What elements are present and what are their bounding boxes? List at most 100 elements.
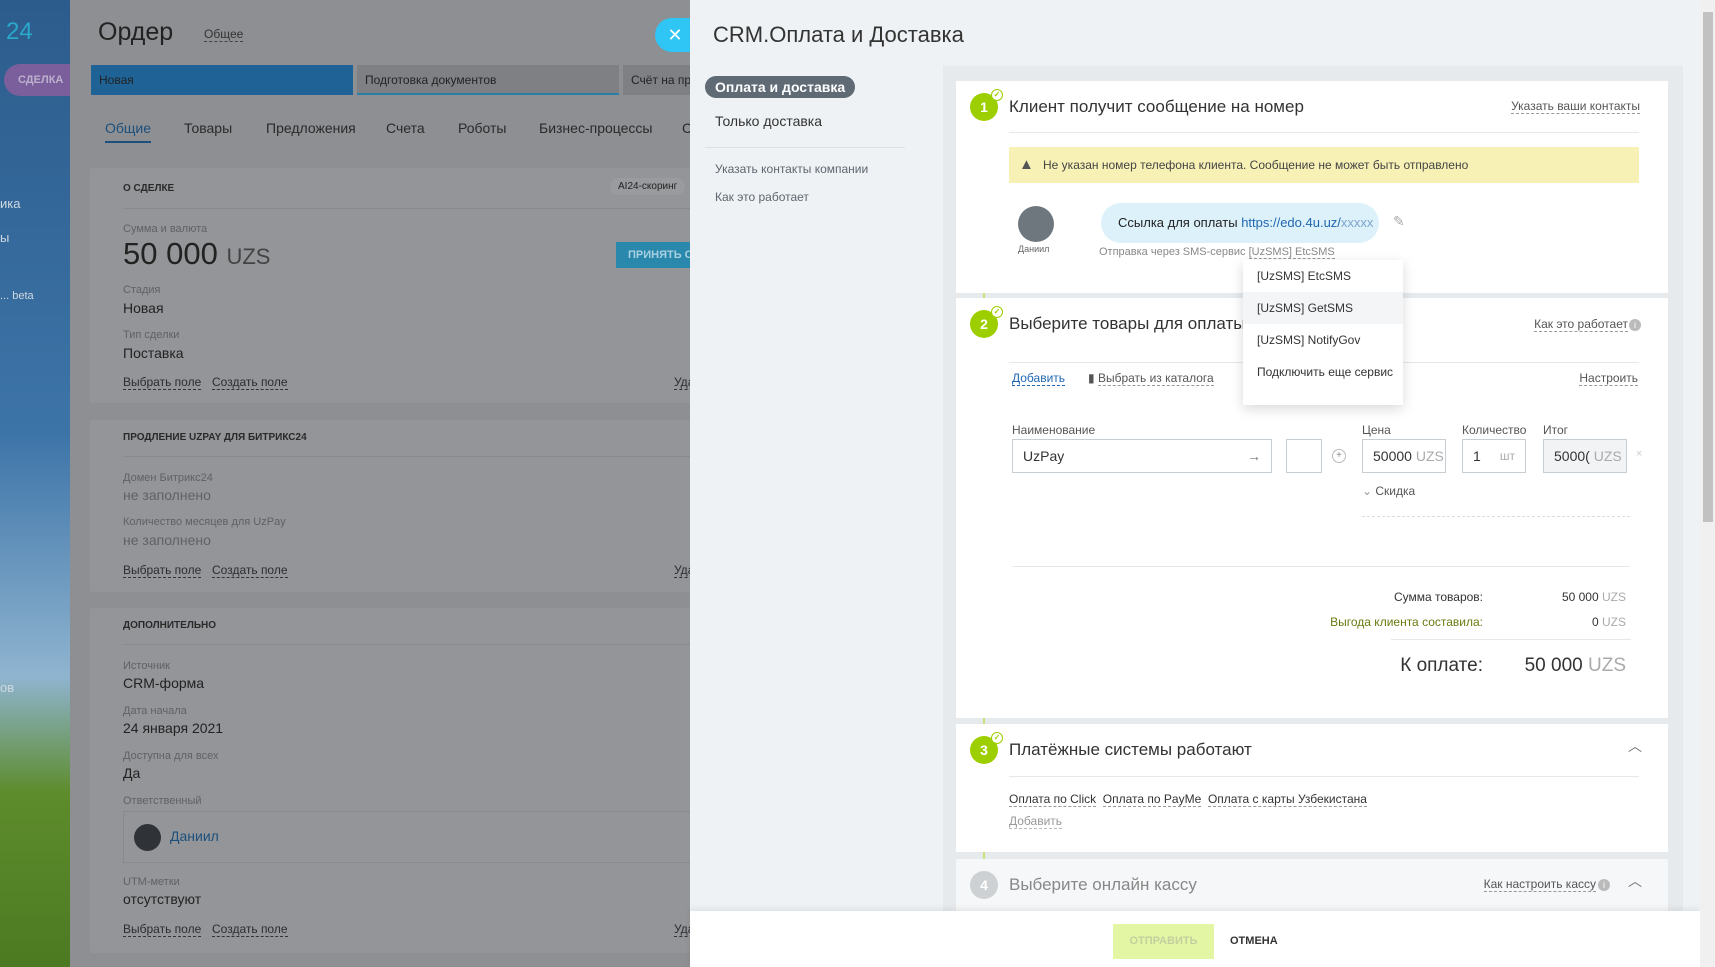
price-input[interactable]: 50000 UZS bbox=[1362, 439, 1446, 473]
stage-invoice[interactable]: Счёт на пре bbox=[623, 65, 690, 95]
deal-badge[interactable]: СДЕЛКА bbox=[4, 64, 70, 96]
close-icon: ✕ bbox=[667, 25, 683, 45]
step-3-badge: 3 ✓ bbox=[970, 732, 1003, 764]
accept-button[interactable]: ПРИНЯТЬ С bbox=[616, 242, 690, 268]
configure-link[interactable]: Настроить bbox=[1579, 371, 1638, 386]
section-uzpay: ПРОДЛЕНИЕ UZPAY ДЛЯ БИТРИКС24 Домен Битр… bbox=[90, 420, 690, 592]
domain-value: не заполнено bbox=[123, 487, 211, 503]
select-field-link[interactable]: Выбрать поле bbox=[123, 375, 202, 390]
benefit-label: Выгода клиента составила: bbox=[1330, 615, 1483, 629]
sum-label: Сумма и валюта bbox=[123, 223, 208, 235]
add-payment-system-link[interactable]: Добавить bbox=[1009, 814, 1063, 829]
step-title: Клиент получит сообщение на номер bbox=[1009, 97, 1304, 116]
sidebar-item[interactable]: ы bbox=[0, 230, 9, 245]
warning-icon: ▲ bbox=[1019, 156, 1034, 173]
add-product-link[interactable]: Добавить bbox=[1012, 371, 1066, 386]
menu-delivery-only[interactable]: Только доставка bbox=[715, 113, 822, 129]
arrow-right-icon: → bbox=[1247, 448, 1261, 464]
sidebar-item[interactable]: ... beta bbox=[0, 290, 34, 302]
scrollbar[interactable] bbox=[1700, 0, 1715, 967]
col-price: Цена bbox=[1362, 423, 1391, 437]
close-slider-button[interactable]: ✕ bbox=[655, 18, 695, 52]
how-it-works-link[interactable]: Как это работает bbox=[1534, 317, 1628, 332]
menu-payment-delivery[interactable]: Оплата и доставка bbox=[705, 76, 856, 98]
connect-service-option[interactable]: Подключить еще сервис bbox=[1243, 356, 1403, 388]
qty-input[interactable]: 1 шт bbox=[1462, 439, 1526, 473]
step-1-badge: 1 ✓ bbox=[970, 89, 1003, 121]
dropdown-option[interactable]: [UzSMS] EtcSMS bbox=[1243, 260, 1403, 292]
delete-section-link[interactable]: Удалит bbox=[674, 563, 690, 578]
benefit-value: 0 UZS bbox=[1591, 615, 1626, 629]
create-field-link[interactable]: Создать поле bbox=[212, 375, 288, 390]
menu-how-it-works[interactable]: Как это работает bbox=[715, 190, 809, 204]
sms-service-select[interactable]: [UzSMS] EtcSMS bbox=[1248, 246, 1335, 259]
section-title: ДОПОЛНИТЕЛЬНО bbox=[123, 620, 217, 631]
stage-new[interactable]: Новая bbox=[91, 65, 353, 95]
edit-pencil-icon[interactable]: ✎ bbox=[1393, 213, 1405, 230]
warning-banner: ▲ Не указан номер телефона клиента. Сооб… bbox=[1009, 147, 1639, 183]
catalog-link[interactable]: ▮ Выбрать из каталога bbox=[1088, 371, 1214, 386]
stage-label: Стадия bbox=[123, 284, 161, 296]
tab-robots[interactable]: Роботы bbox=[458, 120, 506, 136]
discount-toggle[interactable]: ⌄ Скидка bbox=[1362, 484, 1415, 498]
section-title: ПРОДЛЕНИЕ UZPAY ДЛЯ БИТРИКС24 bbox=[123, 432, 307, 443]
ai-scoring-badge[interactable]: AI24-скоринг bbox=[610, 178, 686, 195]
step-title: Платёжные системы работают bbox=[1009, 740, 1252, 759]
domain-label: Домен Битрикс24 bbox=[123, 472, 213, 484]
book-icon: ▮ bbox=[1088, 371, 1098, 385]
info-icon[interactable]: i bbox=[1629, 319, 1641, 331]
source-value: CRM-форма bbox=[123, 675, 205, 691]
product-name-input[interactable]: UzPay → bbox=[1012, 439, 1272, 473]
menu-company-contacts[interactable]: Указать контакты компании bbox=[715, 162, 868, 176]
dropdown-option[interactable]: [UzSMS] GetSMS bbox=[1243, 292, 1403, 324]
delete-section-link[interactable]: Удалит bbox=[674, 922, 690, 937]
sum-value: 50 000 UZS bbox=[1561, 590, 1626, 604]
cashbox-howto-link[interactable]: Как настроить кассу bbox=[1483, 877, 1596, 892]
your-contacts-link[interactable]: Указать ваши контакты bbox=[1511, 99, 1640, 114]
tab-invoices[interactable]: Счета bbox=[386, 120, 425, 136]
select-field-link[interactable]: Выбрать поле bbox=[123, 922, 202, 937]
chevron-up-icon[interactable]: ︿ bbox=[1628, 736, 1642, 756]
sms-service-dropdown: [UzSMS] EtcSMS [UzSMS] GetSMS [UzSMS] No… bbox=[1243, 260, 1403, 405]
info-icon[interactable]: i bbox=[1598, 879, 1610, 891]
resp-label: Ответственный bbox=[123, 795, 202, 807]
sidebar-item[interactable]: ов bbox=[0, 680, 14, 695]
remove-row-icon[interactable]: × bbox=[1636, 448, 1642, 460]
source-label: Источник bbox=[123, 660, 170, 672]
delete-section-link[interactable]: Удалит bbox=[674, 375, 690, 390]
stage-docs[interactable]: Подготовка документов bbox=[357, 65, 619, 95]
chevron-down-icon: ⌄ bbox=[1362, 484, 1376, 498]
sms-message-bubble: Ссылка для оплаты https://edo.4u.uz/xxxx… bbox=[1101, 203, 1379, 243]
step-3-card: 3 ✓ Платёжные системы работают ︿ Оплата п… bbox=[956, 724, 1668, 852]
scrollbar-thumb[interactable] bbox=[1703, 12, 1713, 522]
payment-url[interactable]: https://edo.4u.uz/ bbox=[1241, 215, 1341, 230]
tab-more[interactable]: С bbox=[682, 120, 690, 136]
chevron-up-icon[interactable]: ︿ bbox=[1628, 871, 1642, 891]
cancel-button[interactable]: ОТМЕНА bbox=[1230, 924, 1278, 959]
bitrix-logo[interactable]: 24 bbox=[6, 18, 33, 46]
category-select[interactable]: Общее bbox=[204, 27, 244, 42]
payment-system-link[interactable]: Оплата с карты Узбекистана bbox=[1207, 792, 1367, 807]
public-value: Да bbox=[123, 765, 141, 781]
create-field-link[interactable]: Создать поле bbox=[212, 563, 288, 578]
dropdown-option[interactable]: [UzSMS] NotifyGov bbox=[1243, 324, 1403, 356]
add-image-plus-icon[interactable]: + bbox=[1332, 449, 1346, 463]
sum-label: Сумма товаров: bbox=[1393, 590, 1483, 604]
product-image-placeholder[interactable] bbox=[1286, 439, 1322, 473]
tab-general[interactable]: Общие bbox=[105, 120, 152, 143]
tab-products[interactable]: Товары bbox=[184, 120, 232, 136]
tab-bp[interactable]: Бизнес-процессы bbox=[539, 120, 652, 136]
unit-select[interactable]: шт bbox=[1500, 440, 1515, 472]
panel-title: CRM.Оплата и Доставка bbox=[713, 22, 964, 47]
select-field-link[interactable]: Выбрать поле bbox=[123, 563, 202, 578]
col-name: Наименование bbox=[1012, 423, 1096, 437]
payment-system-link[interactable]: Оплата по PayMe bbox=[1102, 792, 1202, 807]
responsible-link[interactable]: Даниил bbox=[170, 828, 219, 844]
date-label: Дата начала bbox=[123, 705, 187, 717]
sidebar-item[interactable]: ика bbox=[0, 196, 20, 211]
tab-offers[interactable]: Предложения bbox=[266, 120, 356, 136]
create-field-link[interactable]: Создать поле bbox=[212, 922, 288, 937]
payment-system-link[interactable]: Оплата по Click bbox=[1009, 792, 1097, 807]
send-button[interactable]: ОТПРАВИТЬ bbox=[1113, 924, 1214, 959]
col-total: Итог bbox=[1543, 423, 1569, 437]
